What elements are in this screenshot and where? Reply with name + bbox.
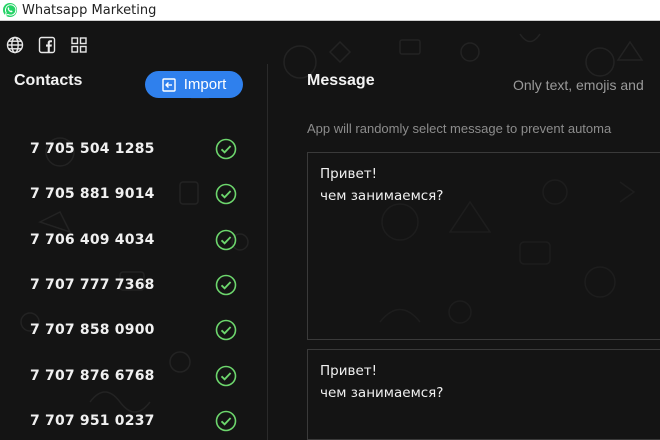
contact-row[interactable]: 7 707 876 6768: [0, 361, 260, 391]
check-icon: [215, 319, 237, 341]
message-heading: Message: [307, 72, 375, 89]
contact-number: 7 706 409 4034: [30, 232, 155, 248]
message-line: Привет!: [320, 363, 378, 379]
app-window: Contacts Import 7 705 504 1285 7 705 881…: [0, 22, 660, 440]
grid-icon[interactable]: [70, 36, 88, 54]
check-icon: [215, 274, 237, 296]
message-line: чем занимаемся?: [320, 188, 444, 204]
contact-row[interactable]: 7 706 409 4034: [0, 225, 260, 255]
window-title: Whatsapp Marketing: [22, 2, 157, 18]
contact-number: 7 707 858 0900: [30, 322, 155, 338]
message-textarea[interactable]: Привет! чем занимаемся?: [307, 349, 660, 440]
message-textarea[interactable]: Привет! чем занимаемся?: [307, 152, 660, 340]
check-icon: [215, 410, 237, 432]
import-icon: [162, 77, 176, 92]
message-line: чем занимаемся?: [320, 385, 444, 401]
contact-row[interactable]: 7 705 504 1285: [0, 134, 260, 164]
contacts-heading: Contacts: [14, 72, 83, 89]
message-line: Привет!: [320, 166, 378, 182]
check-icon: [215, 138, 237, 160]
contact-number: 7 705 881 9014: [30, 186, 155, 202]
contact-number: 7 705 504 1285: [30, 141, 155, 157]
contact-number: 7 707 951 0237: [30, 413, 155, 429]
contact-row[interactable]: 7 707 858 0900: [0, 315, 260, 345]
toolbar: [6, 36, 88, 54]
contact-number: 7 707 777 7368: [30, 277, 155, 293]
message-hint: Only text, emojis and: [513, 77, 644, 93]
contact-row[interactable]: 7 707 777 7368: [0, 270, 260, 300]
contact-number: 7 707 876 6768: [30, 368, 155, 384]
window-titlebar: Whatsapp Marketing: [0, 0, 660, 21]
contact-row[interactable]: 7 707 951 0237: [0, 406, 260, 436]
whatsapp-logo-icon: [3, 3, 17, 17]
check-icon: [215, 365, 237, 387]
panel-divider: [267, 64, 268, 440]
check-icon: [215, 183, 237, 205]
check-icon: [215, 229, 237, 251]
facebook-icon[interactable]: [38, 36, 56, 54]
import-button-label: Import: [183, 76, 227, 93]
contact-row[interactable]: 7 705 881 9014: [0, 179, 260, 209]
random-select-note: App will randomly select message to prev…: [307, 121, 612, 136]
import-button[interactable]: Import: [145, 71, 243, 98]
globe-icon[interactable]: [6, 36, 24, 54]
